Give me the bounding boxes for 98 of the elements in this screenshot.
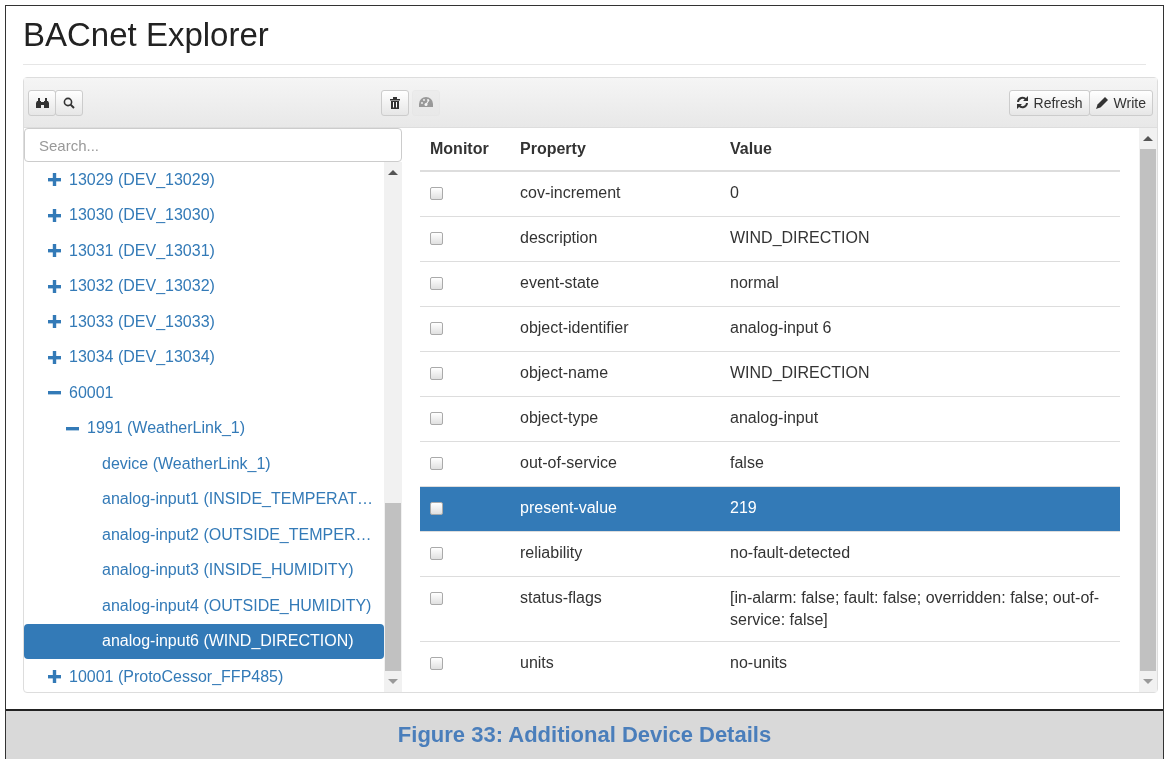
tree-item[interactable]: 13034 (DEV_13034)	[24, 339, 384, 375]
tree-item-label: 13030 (DEV_13030)	[69, 206, 215, 225]
property-value: false	[730, 454, 764, 471]
monitor-checkbox[interactable]	[430, 502, 443, 515]
scrollbar[interactable]	[384, 162, 402, 692]
tree-item[interactable]: device (WeatherLink_1)	[24, 446, 384, 482]
monitor-checkbox[interactable]	[430, 187, 443, 200]
refresh-button[interactable]: Refresh	[1008, 89, 1090, 116]
monitor-checkbox[interactable]	[430, 322, 443, 335]
tree-item[interactable]: 60001	[24, 375, 384, 411]
tree-item[interactable]: 13029 (DEV_13029)	[24, 162, 384, 198]
scrollbar[interactable]	[1139, 128, 1157, 692]
plus-icon	[48, 315, 61, 329]
property-value: analog-input 6	[730, 319, 832, 336]
property-name: status-flags	[520, 589, 602, 606]
tree-item[interactable]: analog-input6 (WIND_DIRECTION)	[24, 623, 384, 659]
tree-item-label: device (WeatherLink_1)	[102, 454, 271, 473]
monitor-checkbox[interactable]	[430, 592, 443, 605]
tree-item-label: 13031 (DEV_13031)	[69, 241, 215, 260]
property-row[interactable]: description WIND_DIRECTION	[420, 216, 1120, 262]
property-value: normal	[730, 274, 779, 291]
property-name: description	[520, 229, 598, 246]
property-row[interactable]: object-name WIND_DIRECTION	[420, 351, 1120, 397]
plus-icon	[48, 350, 61, 364]
property-value: no-units	[730, 654, 787, 671]
tree-item[interactable]: analog-input2 (OUTSIDE_TEMPER…	[24, 517, 384, 553]
property-name: object-type	[520, 409, 599, 426]
property-name: cov-increment	[520, 184, 621, 201]
tree-item-label: 13033 (DEV_13033)	[69, 312, 215, 331]
monitor-checkbox[interactable]	[430, 457, 443, 470]
plus-icon	[48, 670, 61, 684]
monitor-checkbox[interactable]	[430, 657, 443, 670]
property-name: out-of-service	[520, 454, 617, 471]
monitor-checkbox[interactable]	[430, 232, 443, 245]
tree-item-label: 10001 (ProtoCessor_FFP485)	[69, 667, 284, 686]
column-header: Property	[510, 128, 720, 171]
plus-icon	[48, 208, 61, 222]
tree-item[interactable]: 1991 (WeatherLink_1)	[24, 410, 384, 446]
page-title: BACnet Explorer	[23, 16, 1146, 65]
refresh-icon	[1015, 96, 1029, 109]
tree-item[interactable]: analog-input4 (OUTSIDE_HUMIDITY)	[24, 588, 384, 624]
property-name: units	[520, 654, 554, 671]
search-button[interactable]	[55, 89, 83, 116]
property-name: reliability	[520, 544, 583, 561]
tree-item-label: 13034 (DEV_13034)	[69, 348, 215, 367]
property-value: no-fault-detected	[730, 544, 851, 561]
property-value: WIND_DIRECTION	[730, 229, 870, 246]
property-row[interactable]: object-identifier analog-input 6	[420, 306, 1120, 352]
tree-item[interactable]: analog-input1 (INSIDE_TEMPERAT…	[24, 481, 384, 517]
tree-item-label: 13032 (DEV_13032)	[69, 277, 215, 296]
property-value: [in-alarm: false; fault: false; overridden: false; out-of-service: false]	[730, 589, 1100, 628]
property-row[interactable]: units no-units	[420, 641, 1120, 686]
delete-button[interactable]	[381, 89, 409, 116]
write-button[interactable]: Write	[1088, 89, 1153, 116]
monitor-checkbox[interactable]	[430, 277, 443, 290]
plus-icon	[48, 173, 61, 187]
property-value: analog-input	[730, 409, 819, 426]
monitor-checkbox[interactable]	[430, 412, 443, 425]
monitor-checkbox[interactable]	[430, 367, 443, 380]
tree-item[interactable]: 13031 (DEV_13031)	[24, 233, 384, 269]
monitor-checkbox[interactable]	[430, 547, 443, 560]
property-row[interactable]: reliability no-fault-detected	[420, 531, 1120, 577]
binoculars-button[interactable]	[28, 89, 56, 116]
plus-icon	[48, 244, 61, 258]
column-header: Monitor	[420, 128, 510, 171]
property-row[interactable]: cov-increment 0	[420, 171, 1120, 217]
tree-item-label: analog-input3 (INSIDE_HUMIDITY)	[102, 561, 354, 580]
tree-item-label: analog-input1 (INSIDE_TEMPERAT…	[102, 490, 373, 509]
tree-item[interactable]: 10001 (ProtoCessor_FFP485)	[24, 659, 384, 692]
property-name: present-value	[520, 499, 617, 516]
tree-item[interactable]: 13030 (DEV_13030)	[24, 197, 384, 233]
property-value: 0	[730, 184, 739, 201]
trash-icon	[390, 96, 400, 109]
property-row[interactable]: object-type analog-input	[420, 396, 1120, 442]
tree-item-label: 13029 (DEV_13029)	[69, 170, 215, 189]
figure-caption: Figure 33: Additional Device Details	[6, 709, 1163, 759]
binoculars-icon	[35, 96, 49, 109]
plus-icon	[48, 279, 61, 293]
tree-item-label: analog-input4 (OUTSIDE_HUMIDITY)	[102, 596, 372, 615]
property-row[interactable]: status-flags [in-alarm: false; fault: false; overridden: false; out-of-service: false]	[420, 576, 1120, 642]
tree-item-label: 60001	[69, 383, 114, 402]
search-field[interactable]: Search...	[24, 128, 402, 162]
pencil-icon	[1095, 96, 1109, 109]
property-name: object-name	[520, 364, 609, 381]
property-name: object-identifier	[520, 319, 629, 336]
property-row[interactable]: event-state normal	[420, 261, 1120, 307]
property-name: event-state	[520, 274, 600, 291]
search-icon	[63, 96, 75, 109]
tree-item[interactable]: analog-input3 (INSIDE_HUMIDITY)	[24, 552, 384, 588]
tree-item-label: 1991 (WeatherLink_1)	[87, 419, 246, 438]
tree-item-label: analog-input2 (OUTSIDE_TEMPER…	[102, 525, 372, 544]
tree-item[interactable]: 13032 (DEV_13032)	[24, 268, 384, 304]
column-header: Value	[720, 128, 1120, 171]
tree-item-label: analog-input6 (WIND_DIRECTION)	[102, 632, 354, 651]
property-value: 219	[730, 499, 757, 516]
gauge-icon	[419, 97, 433, 108]
tree-item[interactable]: 13033 (DEV_13033)	[24, 304, 384, 340]
property-value: WIND_DIRECTION	[730, 364, 870, 381]
